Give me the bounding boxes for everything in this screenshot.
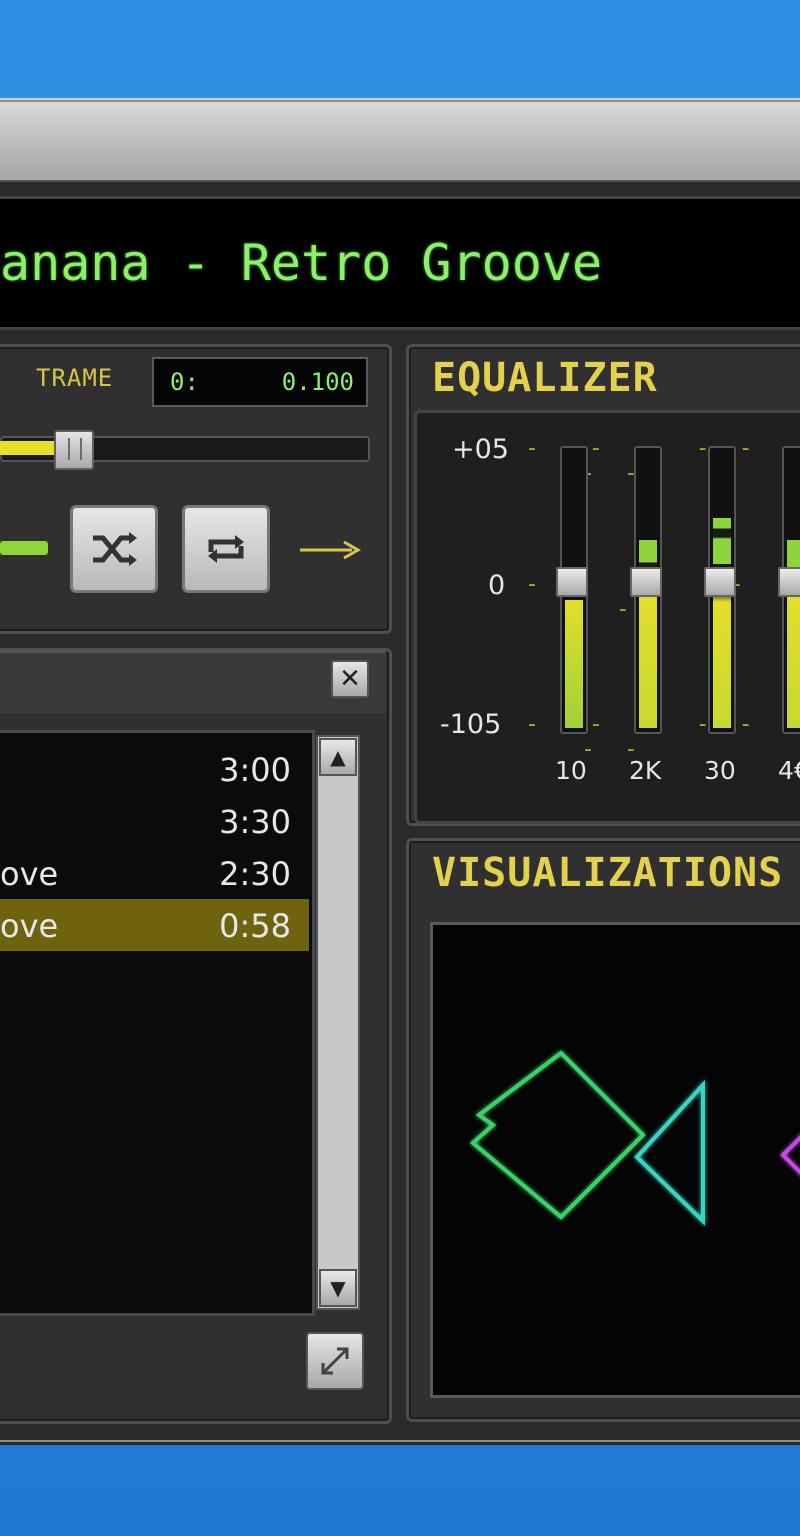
track-duration: 2:30 [219,855,291,893]
eq-scale-mid: 0 [488,570,506,601]
equalizer-title: EQUALIZER [432,355,658,401]
track-name: ove [0,907,59,945]
track-duration: 0:58 [219,907,291,945]
visualization-graphic [469,1050,800,1226]
list-item-selected[interactable]: ove 0:58 [0,899,309,951]
scroll-down-icon: ▼ [330,1276,346,1300]
resize-icon [321,1347,349,1375]
eq-scale-bottom: -105 [440,709,502,740]
resize-button[interactable] [306,1332,364,1390]
playlist-scrollbar[interactable]: ▲ ▼ [316,735,360,1310]
next-arrow-icon [300,540,362,560]
eq-band-label: 30 [704,756,736,785]
list-item[interactable]: 3:30 [0,795,309,847]
shuffle-button[interactable] [70,505,158,593]
seek-progress [0,441,60,455]
visualizations-title: VISUALIZATIONS [432,850,784,896]
eq-band-fill [713,518,731,728]
eq-band-thumb[interactable] [778,567,800,597]
close-playlist-button[interactable]: ✕ [331,660,369,698]
repeat-icon [208,535,244,563]
list-item[interactable]: ove 2:30 [0,847,309,899]
eq-band-thumb[interactable] [556,567,588,597]
lcd-right-value: 0.100 [281,368,354,396]
track-duration: 3:30 [219,803,291,841]
playlist-header [0,650,386,713]
now-playing-text: anana - Retro Groove [0,234,603,292]
eq-band-label: 10 [555,756,587,785]
visualization-screen [430,922,800,1398]
now-playing-display: anana - Retro Groove [0,196,800,330]
list-item[interactable]: 3:00 [0,743,309,795]
repeat-button[interactable] [182,505,270,593]
frame-label: TRAME [36,364,114,392]
title-bar[interactable] [0,102,800,182]
eq-band-thumb[interactable] [630,567,662,597]
volume-indicator [0,541,48,555]
frame-lcd: 0: 0.100 [152,357,368,407]
lcd-left-value: 0: [170,368,199,396]
eq-band-label: 4€ [778,756,800,785]
eq-band-label: 2K [629,756,662,785]
scroll-up-icon: ▲ [330,745,346,769]
seek-thumb[interactable] [54,430,94,470]
track-duration: 3:00 [219,751,291,789]
eq-band-fill [565,600,583,728]
close-icon: ✕ [339,664,361,694]
playlist-list: 3:00 3:30 ove 2:30 ove 0:58 [0,730,315,1316]
scroll-down-button[interactable]: ▼ [319,1269,357,1307]
scroll-up-button[interactable]: ▲ [319,738,357,776]
eq-band-thumb[interactable] [704,567,736,597]
shuffle-icon [93,532,137,566]
track-name: ove [0,855,59,893]
eq-scale-top: +05 [452,434,509,465]
